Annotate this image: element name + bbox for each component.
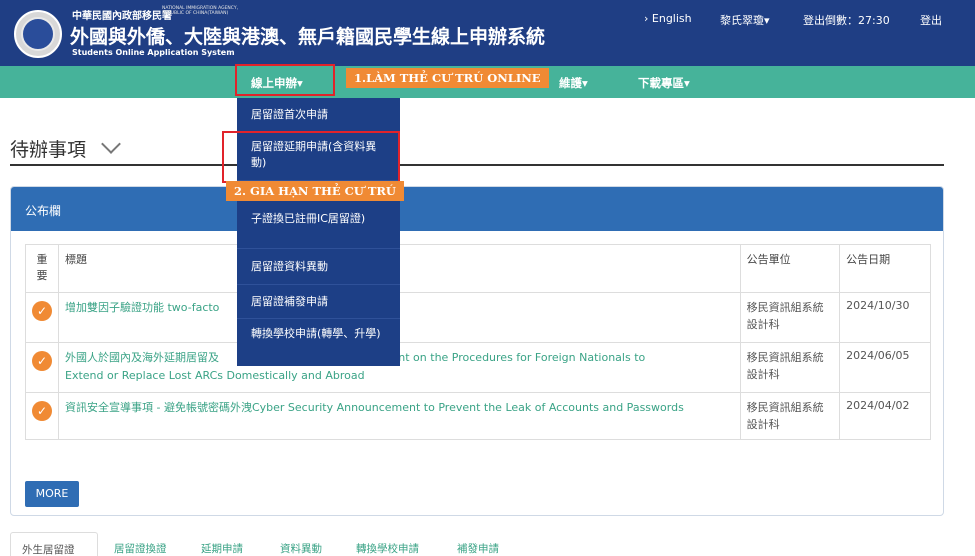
announcement-text-c[interactable]: Extend or Replace Lost ARCs Domestically… (65, 369, 365, 382)
highlight-box-extension (222, 131, 400, 183)
col-important: 重要 (25, 244, 59, 293)
check-icon: ✓ (32, 401, 52, 421)
table-row[interactable]: ✓ 增加雙因子驗證功能 two-facto 移民資訊組系統設計科 2024/10… (25, 292, 931, 343)
logout-countdown: 登出倒數：27:30 (803, 14, 890, 27)
check-icon: ✓ (32, 301, 52, 321)
unit-cell: 移民資訊組系統設計科 (739, 342, 841, 393)
unit-cell: 移民資訊組系統設計科 (739, 292, 841, 343)
highlight-box-nav (235, 64, 335, 96)
menu-item-data-change[interactable]: 居留證資料異動 (237, 248, 400, 284)
table-row[interactable]: ✓ 資訊安全宣導事項 - 避免帳號密碼外洩Cyber Security Anno… (25, 392, 931, 440)
date-cell: 2024/04/02 (839, 392, 931, 440)
unit-text: 移民資訊組系統設計科 (746, 351, 824, 381)
important-cell: ✓ (25, 342, 59, 393)
title-cell[interactable]: 資訊安全宣導事項 - 避免帳號密碼外洩Cyber Security Announ… (58, 392, 741, 440)
nav-download[interactable]: 下載專區▾ (638, 75, 690, 91)
site-header: 中華民國內政部移民署 NATIONAL IMMIGRATION AGENCY, … (0, 0, 975, 66)
nav-maintain[interactable]: 維護▾ (559, 75, 588, 91)
english-link[interactable]: › English (644, 12, 692, 25)
bulletin-panel: 公布欄 重要 標題 公告單位 公告日期 ✓ 增加雙因子驗證功能 two-fact… (10, 186, 944, 516)
important-cell: ✓ (25, 392, 59, 440)
tab-student-arc[interactable]: 外生居留證 (10, 532, 98, 556)
unit-text: 移民資訊組系統設計科 (746, 401, 824, 431)
date-cell: 2024/06/05 (839, 342, 931, 393)
unit-text: 移民資訊組系統設計科 (746, 301, 824, 331)
panel-title: 公布欄 (25, 204, 62, 218)
agency-name-en: NATIONAL IMMIGRATION AGENCY, REPUBLIC OF… (162, 6, 239, 16)
unit-cell: 移民資訊組系統設計科 (739, 392, 841, 440)
announcement-link[interactable]: 增加雙因子驗證功能 two-facto (65, 301, 219, 314)
tab-extension[interactable]: 延期申請 (201, 541, 243, 556)
announcement-text-a[interactable]: 外國人於國內及海外延期居留及 (65, 351, 219, 364)
bulletin-table: 重要 標題 公告單位 公告日期 ✓ 增加雙因子驗證功能 two-facto 移民… (25, 244, 931, 440)
more-button[interactable]: MORE (25, 481, 79, 507)
tab-data-change[interactable]: 資料異動 (280, 541, 322, 556)
date-cell: 2024/10/30 (839, 292, 931, 343)
agency-name: 中華民國內政部移民署 (72, 11, 172, 22)
menu-item-first-application[interactable]: 居留證首次申請 (237, 98, 400, 132)
callout-step2: 2. GIA HẠN THẺ CƯ TRÚ (226, 181, 404, 201)
check-icon: ✓ (32, 351, 52, 371)
tab-school-transfer[interactable]: 轉換學校申請 (356, 541, 419, 556)
system-title: 外國與外僑、大陸與港澳、無戶籍國民學生線上申辦系統 (70, 26, 546, 48)
col-unit: 公告單位 (739, 244, 841, 293)
chevron-down-icon[interactable] (101, 134, 121, 154)
table-row[interactable]: ✓ 外國人於國內及海外延期居留及 ncement on the Procedure… (25, 342, 931, 393)
title-divider (10, 164, 944, 166)
tab-label: 外生居留證 (22, 544, 75, 556)
col-date: 公告日期 (839, 244, 931, 293)
panel-header: 公布欄 (11, 187, 943, 231)
table-header-row: 重要 標題 公告單位 公告日期 (25, 244, 931, 293)
announcement-text-b[interactable]: ncement on the Procedures for Foreign Na… (361, 351, 645, 364)
page-title: 待辦事項 (10, 139, 87, 161)
important-cell: ✓ (25, 292, 59, 343)
announcement-link[interactable]: 資訊安全宣導事項 - 避免帳號密碼外洩Cyber Security Announ… (65, 401, 684, 414)
system-subtitle: Students Online Application System (72, 48, 235, 57)
logout-link[interactable]: 登出 (920, 12, 942, 28)
menu-item-reissue[interactable]: 居留證補發申請 (237, 284, 400, 318)
tab-reissue[interactable]: 補發申請 (457, 541, 499, 556)
callout-step1: 1.LÀM THẺ CƯ TRÚ ONLINE (346, 68, 549, 88)
agency-logo (14, 10, 62, 58)
menu-item-school-transfer[interactable]: 轉換學校申請(轉學、升學) (237, 318, 400, 366)
user-menu[interactable]: 黎氏翠瓊▾ (720, 12, 770, 28)
tab-arc-renewal[interactable]: 居留證換證 (114, 541, 167, 556)
